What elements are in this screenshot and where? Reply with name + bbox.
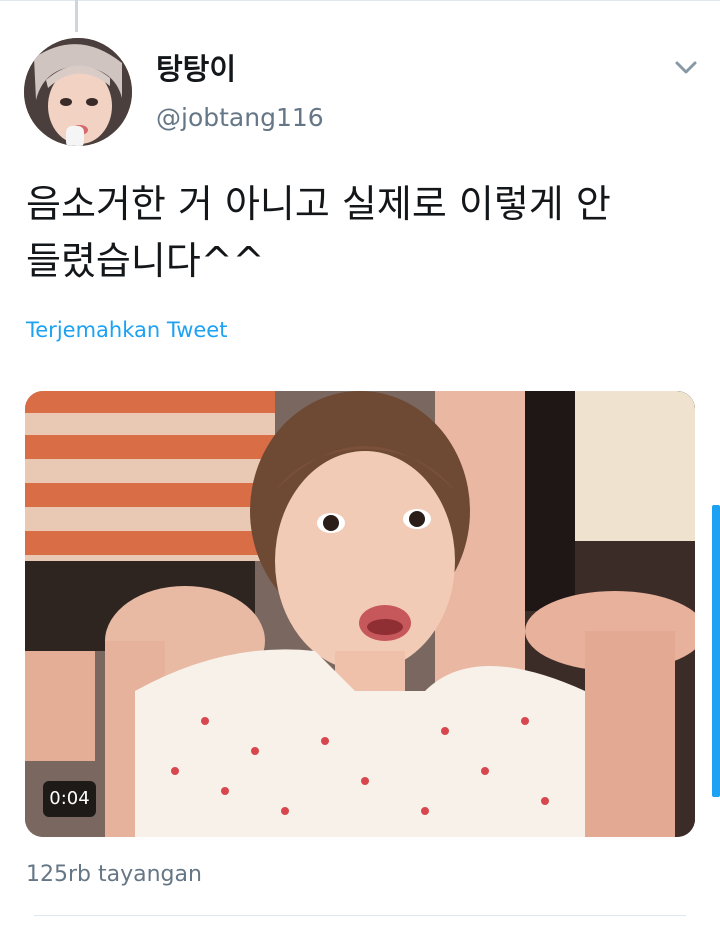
video-player[interactable] [25,391,695,837]
author-display-name[interactable]: 탕탕이 [156,46,236,88]
scrollbar[interactable] [712,505,720,797]
thread-connector-line [75,0,78,32]
video-duration-badge: 0:04 [43,781,96,817]
chevron-down-icon[interactable] [672,56,700,80]
top-divider [0,0,720,1]
tweet-text: 음소거한 거 아니고 실제로 이렇게 안 들렸습니다^^ [26,182,611,283]
avatar-image [24,38,132,146]
translate-tweet-link[interactable]: Terjemahkan Tweet [26,318,227,342]
author-handle[interactable]: @jobtang116 [156,103,324,132]
bottom-divider [34,915,686,916]
view-count: 125rb tayangan [26,862,202,887]
avatar[interactable] [24,38,132,146]
video-thumbnail [25,391,695,837]
